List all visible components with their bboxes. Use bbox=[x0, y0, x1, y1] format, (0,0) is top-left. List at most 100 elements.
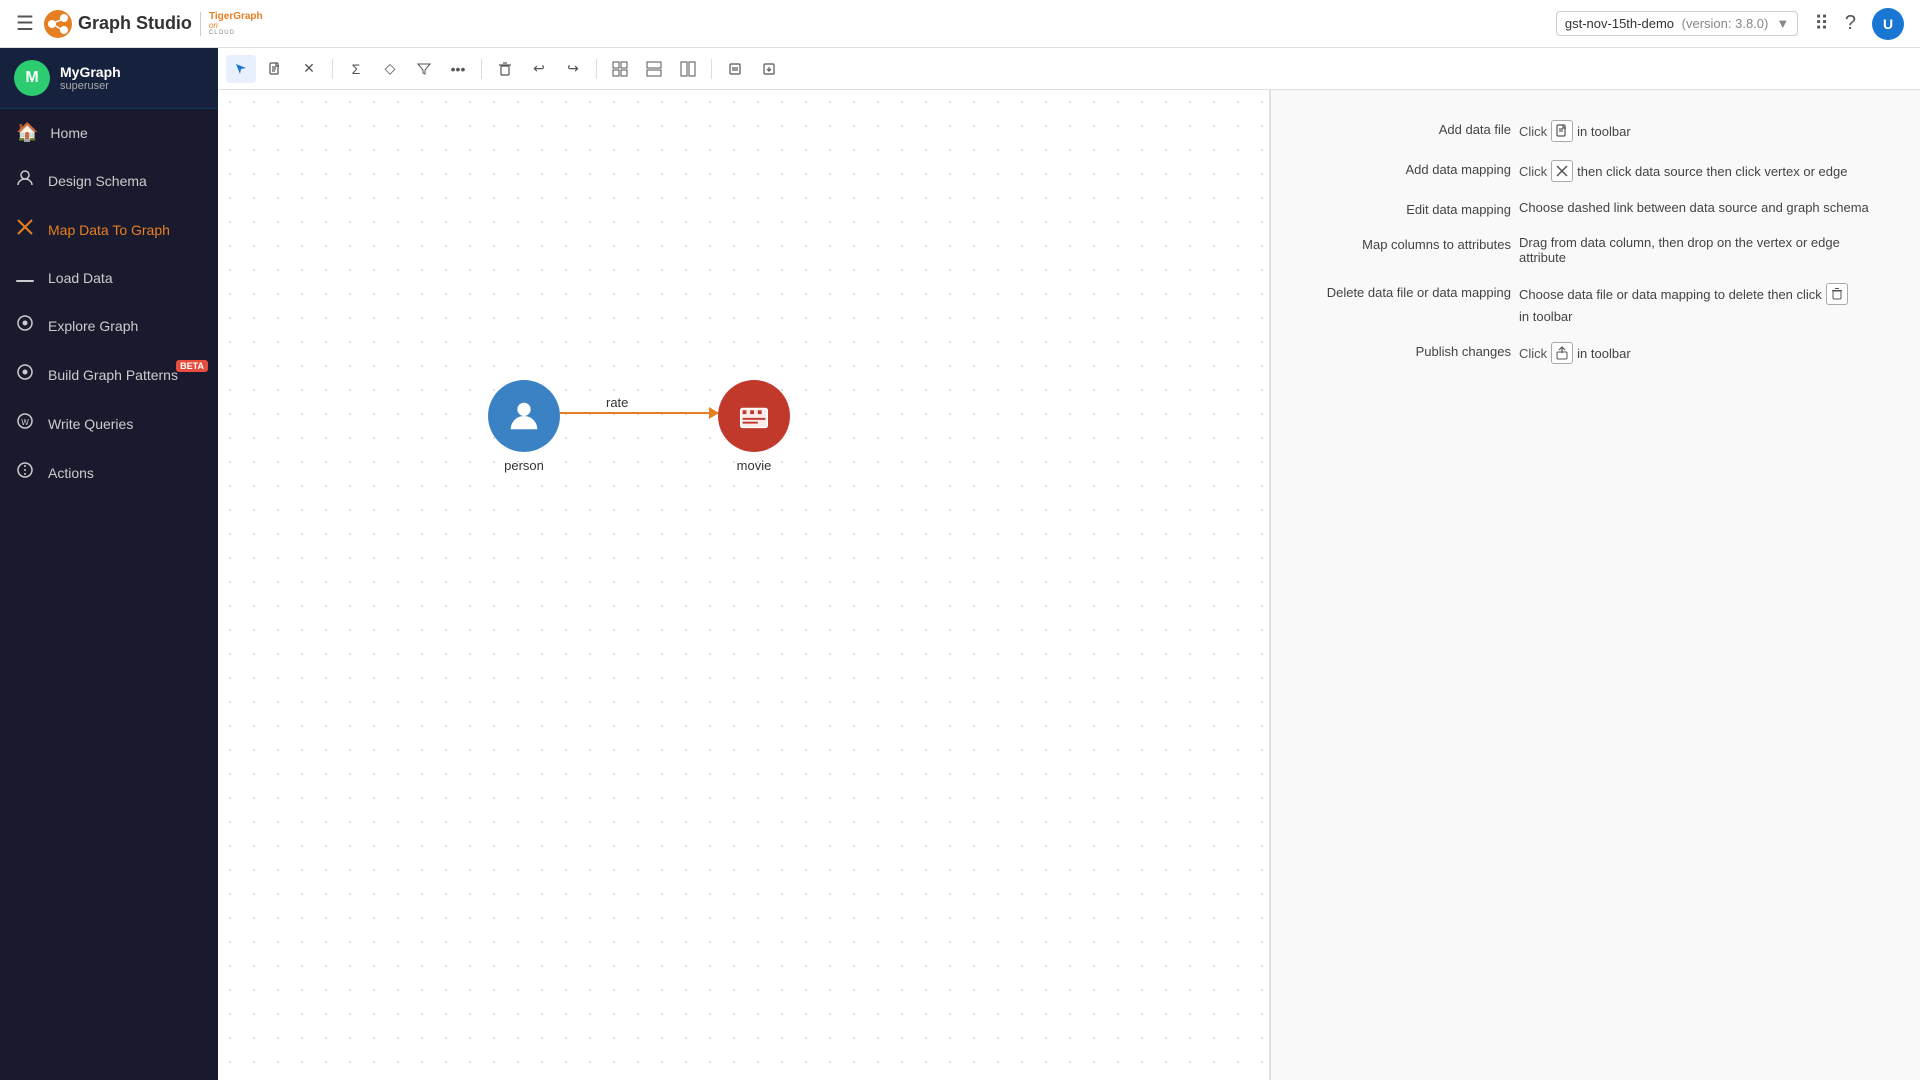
sidebar-item-build-patterns[interactable]: Build Graph Patterns BETA bbox=[0, 350, 218, 399]
help-label: Add data mapping bbox=[1311, 160, 1511, 177]
sidebar-item-home[interactable]: 🏠 Home bbox=[0, 109, 218, 156]
help-label: Delete data file or data mapping bbox=[1311, 283, 1511, 300]
graph-badge[interactable]: M MyGraph superuser bbox=[0, 48, 218, 109]
load-data-icon bbox=[16, 267, 36, 288]
graph-avatar: M bbox=[14, 60, 50, 96]
graph-user: superuser bbox=[60, 80, 121, 92]
help-label: Add data file bbox=[1311, 120, 1511, 137]
person-node-label: person bbox=[504, 458, 544, 473]
help-prefix: Choose data file or data mapping to dele… bbox=[1519, 287, 1822, 302]
person-node-circle[interactable] bbox=[488, 380, 560, 452]
movie-node-label: movie bbox=[737, 458, 772, 473]
filter-button[interactable] bbox=[409, 55, 439, 83]
delete-icon bbox=[1826, 283, 1848, 305]
redo-button[interactable]: ↪ bbox=[558, 55, 588, 83]
help-icon[interactable]: ? bbox=[1845, 12, 1856, 35]
svg-text:W: W bbox=[21, 418, 29, 427]
help-suffix: then click data source then click vertex… bbox=[1577, 164, 1847, 179]
layout1-button[interactable] bbox=[605, 55, 635, 83]
help-label: Publish changes bbox=[1311, 342, 1511, 359]
help-desc: Click then click data source then click … bbox=[1519, 160, 1880, 182]
layout2-button[interactable] bbox=[639, 55, 669, 83]
select-tool-button[interactable] bbox=[226, 55, 256, 83]
help-row-add-data-mapping: Add data mapping Click then click data s… bbox=[1311, 160, 1880, 182]
help-row-map-columns: Map columns to attributes Drag from data… bbox=[1311, 235, 1880, 265]
sidebar-item-label: Home bbox=[50, 125, 202, 141]
help-label: Map columns to attributes bbox=[1311, 235, 1511, 252]
node-movie[interactable]: movie bbox=[718, 380, 790, 473]
help-desc: Choose dashed link between data source a… bbox=[1519, 200, 1880, 215]
design-schema-icon bbox=[16, 169, 36, 192]
node-person[interactable]: person bbox=[488, 380, 560, 473]
publish-icon bbox=[1551, 342, 1573, 364]
edge-label: rate bbox=[606, 395, 628, 410]
sidebar-item-load-data[interactable]: Load Data bbox=[0, 254, 218, 301]
separator bbox=[711, 59, 712, 79]
help-desc: Drag from data column, then drop on the … bbox=[1519, 235, 1880, 265]
sum-button[interactable]: Σ bbox=[341, 55, 371, 83]
close-button[interactable]: ✕ bbox=[294, 55, 324, 83]
sidebar-item-label: Load Data bbox=[48, 270, 202, 286]
build-patterns-icon bbox=[16, 363, 36, 386]
home-icon: 🏠 bbox=[16, 122, 38, 143]
write-queries-icon: W bbox=[16, 412, 36, 435]
data-file-icon bbox=[1551, 120, 1573, 142]
beta-badge: BETA bbox=[176, 360, 208, 372]
sidebar-item-map-data[interactable]: Map Data To Graph bbox=[0, 205, 218, 254]
edge-rate[interactable] bbox=[560, 412, 718, 414]
sidebar-item-label: Map Data To Graph bbox=[48, 222, 202, 238]
graph-name: MyGraph bbox=[60, 64, 121, 80]
main-content: ✕ Σ ◇ ••• ↩ ↪ bbox=[218, 48, 1920, 1080]
topbar: ☰ Graph Studio TigerGraph on CLOUD gst-n… bbox=[0, 0, 1920, 48]
help-suffix: in toolbar bbox=[1577, 124, 1630, 139]
chevron-down-icon: ▼ bbox=[1776, 16, 1789, 31]
user-avatar[interactable]: U bbox=[1872, 8, 1904, 40]
undo-button[interactable]: ↩ bbox=[524, 55, 554, 83]
sidebar-item-write-queries[interactable]: W Write Queries bbox=[0, 399, 218, 448]
graph-canvas[interactable]: rate person bbox=[218, 90, 1270, 1080]
sidebar-item-label: Explore Graph bbox=[48, 318, 202, 334]
logo-area: Graph Studio TigerGraph on CLOUD bbox=[42, 8, 263, 40]
sidebar-item-explore-graph[interactable]: Explore Graph bbox=[0, 301, 218, 350]
hamburger-menu[interactable]: ☰ bbox=[16, 11, 34, 36]
actions-icon bbox=[16, 461, 36, 484]
export-button[interactable] bbox=[754, 55, 784, 83]
canvas-area: rate person bbox=[218, 90, 1920, 1080]
map-data-icon bbox=[16, 218, 36, 241]
help-desc: Click in toolbar bbox=[1519, 120, 1880, 142]
help-desc: Click in toolbar bbox=[1519, 342, 1880, 364]
click-text: Click bbox=[1519, 346, 1547, 361]
toolbar: ✕ Σ ◇ ••• ↩ ↪ bbox=[218, 48, 1920, 90]
separator bbox=[596, 59, 597, 79]
separator bbox=[332, 59, 333, 79]
topbar-left: ☰ Graph Studio TigerGraph on CLOUD bbox=[16, 8, 263, 40]
help-row-add-data-file: Add data file Click in toolbar bbox=[1311, 120, 1880, 142]
movie-node-circle[interactable] bbox=[718, 380, 790, 452]
data-file-button[interactable] bbox=[260, 55, 290, 83]
sidebar-item-actions[interactable]: Actions bbox=[0, 448, 218, 497]
layout3-button[interactable] bbox=[673, 55, 703, 83]
sidebar-item-label: Design Schema bbox=[48, 173, 202, 189]
edge-line bbox=[560, 412, 718, 414]
help-row-delete-data: Delete data file or data mapping Choose … bbox=[1311, 283, 1880, 324]
graph-selector[interactable]: gst-nov-15th-demo (version: 3.8.0) ▼ bbox=[1556, 11, 1798, 36]
person-node-icon bbox=[505, 397, 543, 435]
help-label: Edit data mapping bbox=[1311, 200, 1511, 217]
publish-button[interactable] bbox=[720, 55, 750, 83]
graph-selector-label: gst-nov-15th-demo (version: 3.8.0) bbox=[1565, 16, 1768, 31]
sidebar-item-design-schema[interactable]: Design Schema bbox=[0, 156, 218, 205]
delete-button[interactable] bbox=[490, 55, 520, 83]
click-text: Click bbox=[1519, 124, 1547, 139]
topbar-icons: ⠿ ? U bbox=[1814, 8, 1904, 40]
help-panel: Add data file Click in toolbar Add data … bbox=[1270, 90, 1920, 1080]
click-text: Click bbox=[1519, 164, 1547, 179]
mapping-icon bbox=[1551, 160, 1573, 182]
apps-icon[interactable]: ⠿ bbox=[1814, 11, 1829, 36]
more-button[interactable]: ••• bbox=[443, 55, 473, 83]
help-desc: Choose data file or data mapping to dele… bbox=[1519, 283, 1880, 324]
expand-button[interactable]: ◇ bbox=[375, 55, 405, 83]
help-suffix: in toolbar bbox=[1577, 346, 1630, 361]
separator bbox=[481, 59, 482, 79]
tigergraph-badge: TigerGraph on CLOUD bbox=[200, 12, 263, 36]
help-row-edit-data-mapping: Edit data mapping Choose dashed link bet… bbox=[1311, 200, 1880, 217]
